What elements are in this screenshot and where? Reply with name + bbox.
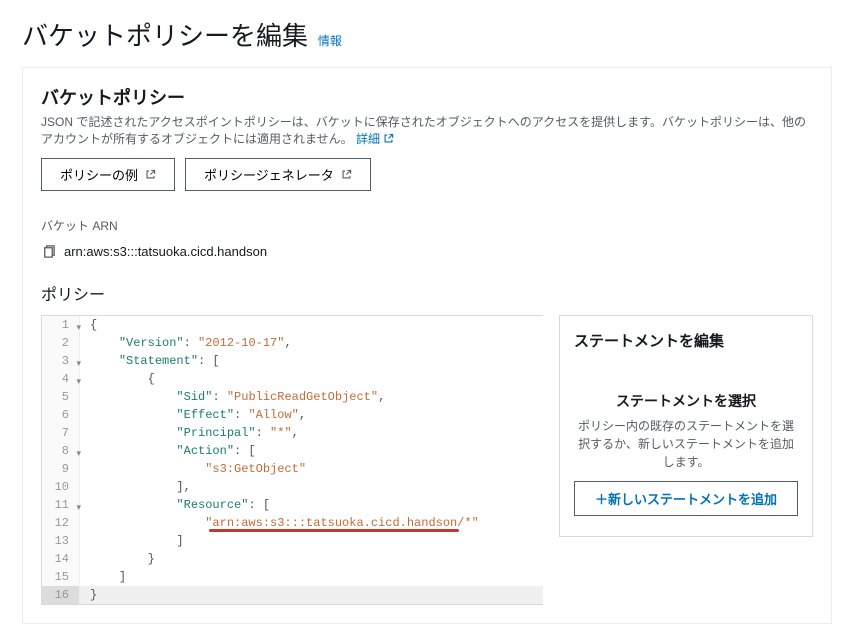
- underline-annotation: [209, 529, 459, 532]
- code-text[interactable]: {: [80, 370, 155, 388]
- policy-panel-title: バケットポリシー: [41, 84, 813, 110]
- code-text[interactable]: {: [80, 316, 97, 334]
- bucket-policy-panel: バケットポリシー JSON で記述されたアクセスポイントポリシーは、バケットに保…: [22, 67, 832, 624]
- statement-panel-title: ステートメントを編集: [574, 330, 798, 351]
- line-number: 10: [42, 478, 80, 496]
- statement-panel: ステートメントを編集 ステートメントを選択 ポリシー内の既存のステートメントを選…: [559, 315, 813, 537]
- code-text[interactable]: ]: [80, 532, 184, 550]
- code-text[interactable]: ]: [80, 568, 126, 586]
- policy-panel-description: JSON で記述されたアクセスポイントポリシーは、バケットに保存されたオブジェク…: [41, 114, 813, 148]
- code-line[interactable]: 6 "Effect": "Allow",: [42, 406, 543, 424]
- policy-examples-button[interactable]: ポリシーの例: [41, 158, 175, 191]
- line-number: 1▾: [42, 316, 80, 334]
- code-line[interactable]: 16}: [42, 586, 543, 604]
- external-link-icon: [145, 169, 156, 180]
- code-text[interactable]: "Effect": "Allow",: [80, 406, 306, 424]
- code-line[interactable]: 2 "Version": "2012-10-17",: [42, 334, 543, 352]
- code-line[interactable]: 4▾ {: [42, 370, 543, 388]
- code-line[interactable]: 7 "Principal": "*",: [42, 424, 543, 442]
- code-text[interactable]: "Statement": [: [80, 352, 220, 370]
- arn-label: バケット ARN: [41, 217, 813, 234]
- code-editor[interactable]: 1▾{2 "Version": "2012-10-17",3▾ "Stateme…: [41, 315, 543, 605]
- code-text[interactable]: "arn:aws:s3:::tatsuoka.cicd.handson/*": [80, 514, 479, 532]
- info-link[interactable]: 情報: [318, 34, 342, 48]
- code-line[interactable]: 9 "s3:GetObject": [42, 460, 543, 478]
- line-number: 15: [42, 568, 80, 586]
- detail-link[interactable]: 詳細: [356, 132, 394, 146]
- plus-icon: ＋: [595, 492, 608, 507]
- line-number: 9: [42, 460, 80, 478]
- line-number: 14: [42, 550, 80, 568]
- code-line[interactable]: 13 ]: [42, 532, 543, 550]
- code-text[interactable]: "Version": "2012-10-17",: [80, 334, 292, 352]
- external-link-icon: [341, 169, 352, 180]
- line-number: 13: [42, 532, 80, 550]
- policy-label: ポリシー: [41, 281, 813, 305]
- code-text[interactable]: ],: [80, 478, 191, 496]
- external-link-icon: [383, 133, 394, 144]
- statement-description: ポリシー内の既存のステートメントを選択するか、新しいステートメントを追加します。: [574, 417, 798, 471]
- code-line[interactable]: 1▾{: [42, 316, 543, 334]
- page-header: バケットポリシーを編集 情報: [0, 0, 854, 67]
- code-line[interactable]: 10 ],: [42, 478, 543, 496]
- add-statement-button[interactable]: ＋新しいステートメントを追加: [574, 481, 798, 516]
- code-line[interactable]: 5 "Sid": "PublicReadGetObject",: [42, 388, 543, 406]
- line-number: 5: [42, 388, 80, 406]
- line-number: 8▾: [42, 442, 80, 460]
- statement-subtitle: ステートメントを選択: [574, 391, 798, 411]
- code-line[interactable]: 3▾ "Statement": [: [42, 352, 543, 370]
- code-line[interactable]: 11▾ "Resource": [: [42, 496, 543, 514]
- code-text[interactable]: "s3:GetObject": [80, 460, 306, 478]
- line-number: 6: [42, 406, 80, 424]
- page-title: バケットポリシーを編集: [22, 21, 308, 51]
- code-text[interactable]: }: [80, 586, 543, 604]
- code-line[interactable]: 15 ]: [42, 568, 543, 586]
- code-text[interactable]: }: [80, 550, 155, 568]
- line-number: 12: [42, 514, 80, 532]
- code-text[interactable]: "Sid": "PublicReadGetObject",: [80, 388, 385, 406]
- line-number: 3▾: [42, 352, 80, 370]
- code-text[interactable]: "Action": [: [80, 442, 256, 460]
- line-number: 11▾: [42, 496, 80, 514]
- code-line[interactable]: 8▾ "Action": [: [42, 442, 543, 460]
- copy-icon[interactable]: [41, 244, 56, 259]
- code-text[interactable]: "Principal": "*",: [80, 424, 299, 442]
- line-number: 4▾: [42, 370, 80, 388]
- code-line[interactable]: 14 }: [42, 550, 543, 568]
- policy-generator-button[interactable]: ポリシージェネレータ: [185, 158, 371, 191]
- code-text[interactable]: "Resource": [: [80, 496, 270, 514]
- arn-value: arn:aws:s3:::tatsuoka.cicd.handson: [64, 244, 267, 259]
- code-line[interactable]: 12 "arn:aws:s3:::tatsuoka.cicd.handson/*…: [42, 514, 543, 532]
- line-number: 2: [42, 334, 80, 352]
- line-number: 7: [42, 424, 80, 442]
- line-number: 16: [42, 586, 80, 604]
